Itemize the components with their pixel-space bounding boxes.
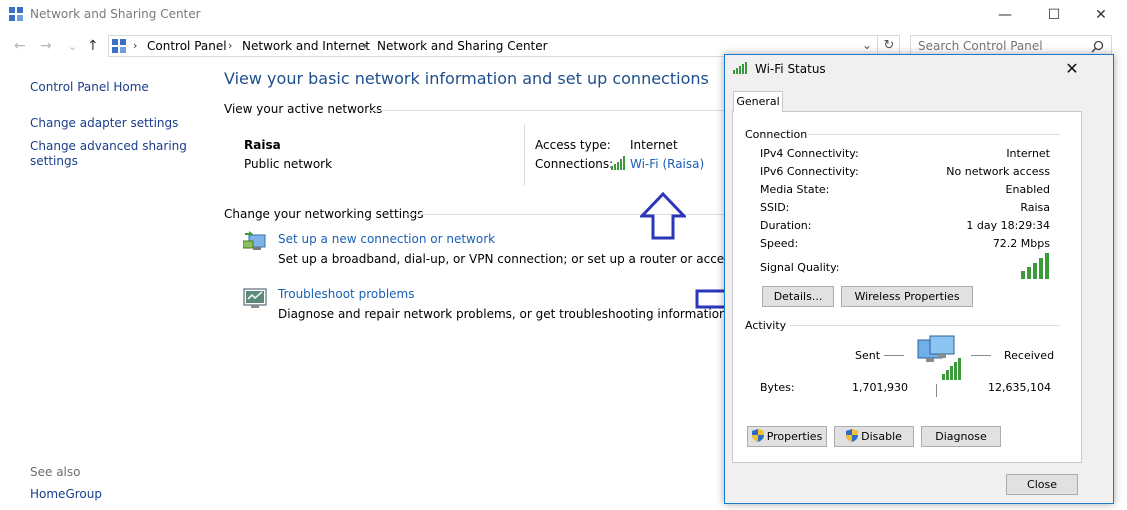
close-window-button[interactable]: ✕ xyxy=(1078,0,1124,30)
details-button[interactable]: Details... xyxy=(762,286,834,307)
bytes-sent-value: 1,701,930 xyxy=(852,381,908,394)
dialog-close-button[interactable]: Close xyxy=(1006,474,1078,495)
ipv4-label: IPv4 Connectivity: xyxy=(760,147,859,160)
ssid-label: SSID: xyxy=(760,201,790,214)
properties-button-label: Properties xyxy=(766,430,823,443)
change-advanced-sharing-settings-link[interactable]: Change advanced sharing settings xyxy=(30,139,190,169)
minimize-button[interactable]: — xyxy=(982,0,1028,30)
setup-new-connection-link[interactable]: Set up a new connection or network xyxy=(278,232,495,246)
tab-general[interactable]: General xyxy=(733,91,783,112)
dialog-close-button[interactable]: ✕ xyxy=(1062,58,1082,78)
active-networks-heading: View your active networks xyxy=(224,102,383,116)
speed-label: Speed: xyxy=(760,237,799,250)
back-button[interactable]: ← xyxy=(14,38,26,54)
network-name: Raisa xyxy=(244,138,281,152)
signal-bars-icon xyxy=(1021,253,1049,279)
new-connection-icon xyxy=(243,231,266,250)
media-state-value: Enabled xyxy=(1005,183,1050,196)
wifi-signal-icon xyxy=(611,156,625,170)
received-label: Received xyxy=(1004,349,1055,362)
breadcrumb-separator: › xyxy=(133,39,138,52)
control-panel-home-link[interactable]: Control Panel Home xyxy=(30,80,149,95)
connections-label: Connections: xyxy=(535,157,614,171)
maximize-button[interactable]: ☐ xyxy=(1031,0,1077,30)
activity-group-label: Activity xyxy=(745,319,787,332)
dialog-title: Wi-Fi Status xyxy=(755,62,826,76)
page-title: View your basic network information and … xyxy=(224,69,709,88)
disable-button-label: Disable xyxy=(861,430,902,443)
signal-quality-label: Signal Quality: xyxy=(760,261,840,274)
access-type-value: Internet xyxy=(630,138,678,152)
troubleshoot-problems-description: Diagnose and repair network problems, or… xyxy=(278,307,731,321)
shield-icon xyxy=(751,429,764,442)
control-panel-icon xyxy=(9,7,23,21)
breadcrumb-network-and-internet[interactable]: Network and Internet xyxy=(242,39,370,53)
breadcrumb-separator: › xyxy=(228,39,233,52)
divider xyxy=(808,134,1060,135)
setup-new-connection-description: Set up a broadband, dial-up, or VPN conn… xyxy=(278,252,775,266)
wireless-properties-button[interactable]: Wireless Properties xyxy=(841,286,973,307)
properties-button[interactable]: Properties xyxy=(747,426,827,447)
duration-value: 1 day 18:29:34 xyxy=(966,219,1050,232)
wifi-connection-link[interactable]: Wi-Fi (Raisa) xyxy=(630,157,704,171)
access-type-label: Access type: xyxy=(535,138,611,152)
ipv4-value: Internet xyxy=(1006,147,1050,160)
address-dropdown-button[interactable]: ⌄ xyxy=(862,38,872,52)
duration-label: Duration: xyxy=(760,219,812,232)
connection-group-label: Connection xyxy=(745,128,808,141)
network-activity-icon xyxy=(917,335,961,380)
search-input[interactable] xyxy=(918,39,1088,53)
divider xyxy=(884,355,904,356)
divider xyxy=(368,110,728,111)
change-networking-settings-heading: Change your networking settings xyxy=(224,207,424,221)
breadcrumb-network-and-sharing-center[interactable]: Network and Sharing Center xyxy=(377,39,548,53)
homegroup-link[interactable]: HomeGroup xyxy=(30,487,102,502)
speed-value: 72.2 Mbps xyxy=(992,237,1050,250)
breadcrumb-separator: › xyxy=(363,39,368,52)
ipv6-label: IPv6 Connectivity: xyxy=(760,165,859,178)
troubleshoot-icon xyxy=(243,288,267,308)
divider xyxy=(790,325,1060,326)
breadcrumb-control-panel[interactable]: Control Panel xyxy=(147,39,227,53)
forward-button[interactable]: → xyxy=(40,38,52,54)
diagnose-button[interactable]: Diagnose xyxy=(921,426,1001,447)
media-state-label: Media State: xyxy=(760,183,830,196)
bytes-label: Bytes: xyxy=(760,381,795,394)
up-arrow-annotation xyxy=(640,192,686,240)
recent-locations-dropdown[interactable]: ⌄ xyxy=(68,40,77,53)
network-type-link[interactable]: Public network xyxy=(244,157,332,171)
up-button[interactable]: ↑ xyxy=(87,38,99,54)
search-icon[interactable] xyxy=(1091,40,1104,53)
divider xyxy=(936,384,937,397)
bytes-received-value: 12,635,104 xyxy=(988,381,1051,394)
window-title: Network and Sharing Center xyxy=(30,7,201,21)
wifi-signal-icon xyxy=(733,62,747,74)
ssid-value: Raisa xyxy=(1020,201,1050,214)
see-also-label: See also xyxy=(30,465,81,479)
divider xyxy=(971,355,991,356)
shield-icon xyxy=(846,429,859,442)
control-panel-icon xyxy=(112,39,126,53)
ipv6-value: No network access xyxy=(946,165,1050,178)
divider xyxy=(524,124,525,186)
disable-button[interactable]: Disable xyxy=(834,426,914,447)
change-adapter-settings-link[interactable]: Change adapter settings xyxy=(30,116,178,131)
sent-label: Sent xyxy=(855,349,881,362)
troubleshoot-problems-link[interactable]: Troubleshoot problems xyxy=(278,287,414,301)
